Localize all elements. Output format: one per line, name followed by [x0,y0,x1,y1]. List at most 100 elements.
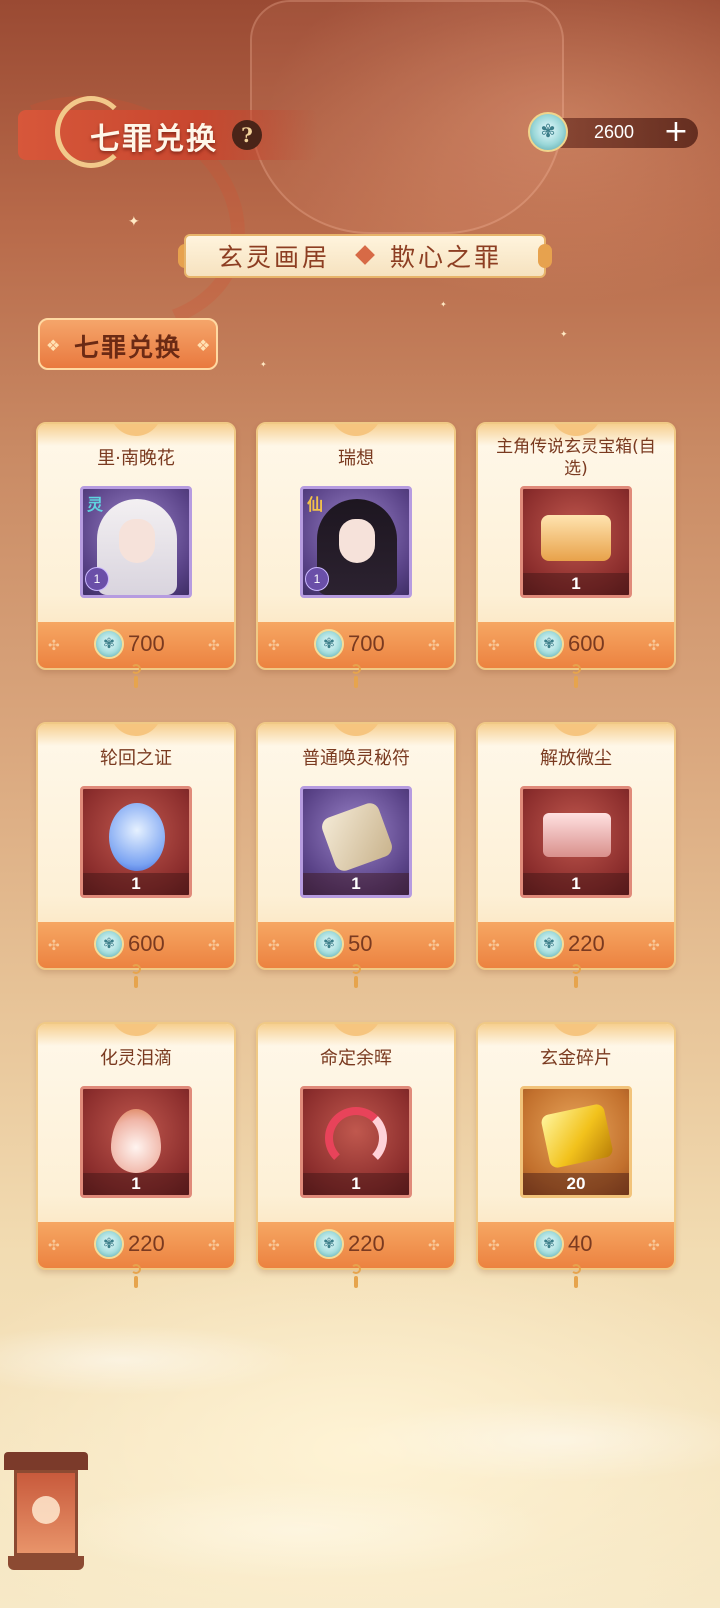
background-clouds [0,1300,720,1608]
shop-item-card[interactable]: 瑞想 仙 1 ✣ ✾ 700 ✣ [256,422,456,670]
help-icon[interactable]: ? [232,120,262,150]
ornament-icon: ✣ [488,638,500,654]
quantity-label: 20 [523,1173,629,1195]
category-sin: 欺心之罪 [390,243,503,272]
item-price: 600 [128,931,165,956]
pavilion-base [8,1556,84,1570]
mask-icon [109,803,165,871]
item-portrait: 灵 1 [80,486,192,598]
item-name: 解放微尘 [540,748,612,769]
shop-item-card[interactable]: 化灵泪滴 1 ✣ ✾ 220 ✣ [36,1022,236,1270]
sparkle-icon: ✦ [440,300,447,309]
item-icon-frame: 1 [300,786,412,898]
dust-pile-icon [543,813,611,857]
item-icon-frame: 1 [80,1086,192,1198]
character-face [119,519,155,563]
treasure-chest-icon [541,515,611,561]
spirit-tag-icon: 灵 [87,495,104,514]
ornament-icon: ✣ [428,938,440,954]
add-currency-button[interactable]: + [662,117,690,149]
immortal-tag-icon: 仙 [307,495,324,514]
spirit-coin-icon: ✾ [314,1229,344,1259]
item-name: 主角传说玄灵宝箱(自选) [496,437,656,479]
moon-charm-icon [351,664,361,690]
spirit-coin-icon: ✾ [94,929,124,959]
item-icon-frame: 1 [520,486,632,598]
item-price: 220 [568,931,605,956]
item-icon-frame: 1 [80,786,192,898]
item-icon-frame: 1 [300,1086,412,1198]
quantity-badge: 1 [85,567,109,591]
moon-charm-icon [571,964,581,990]
item-price: 50 [348,931,373,956]
quantity-label: 1 [303,1173,409,1195]
moon-charm-icon [571,1264,581,1290]
ornament-icon: ✣ [428,1238,440,1254]
ornament-icon: ✣ [48,1238,60,1254]
moon-charm-icon [571,664,581,690]
shop-item-card[interactable]: 里·南晚花 灵 1 ✣ ✾ 700 ✣ [36,422,236,670]
pavilion-roof [4,1452,88,1470]
shop-item-card[interactable]: 命定余晖 1 ✣ ✾ 220 ✣ [256,1022,456,1270]
item-name: 化灵泪滴 [100,1048,172,1069]
ornament-icon: ✣ [648,638,660,654]
item-name: 里·南晚花 [97,448,175,469]
ornament-icon: ✣ [648,938,660,954]
sparkle-icon: ✦ [128,214,140,230]
item-icon-frame: 20 [520,1086,632,1198]
item-price: 600 [568,631,605,656]
shop-item-card[interactable]: 普通唤灵秘符 1 ✣ ✾ 50 ✣ [256,722,456,970]
item-name: 玄金碎片 [540,1048,612,1069]
moon-charm-icon [131,1264,141,1290]
item-price: 700 [348,631,385,656]
quantity-label: 1 [303,873,409,895]
item-name: 瑞想 [338,448,374,469]
ornament-icon: ✣ [208,638,220,654]
spirit-coin-icon: ✾ [94,1229,124,1259]
destiny-swirl-icon [325,1107,387,1169]
ornament-icon: ✣ [268,938,280,954]
shop-item-card[interactable]: 轮回之证 1 ✣ ✾ 600 ✣ [36,722,236,970]
character-face [339,519,375,563]
spirit-coin-icon: ✾ [528,112,568,152]
spirit-coin-icon: ✾ [314,929,344,959]
item-price: 40 [568,1231,593,1256]
item-name: 命定余晖 [320,1048,392,1069]
spirit-coin-icon: ✾ [314,629,344,659]
quantity-label: 1 [83,873,189,895]
item-portrait: 仙 1 [300,486,412,598]
shop-item-card[interactable]: 主角传说玄灵宝箱(自选) 1 ✣ ✾ 600 ✣ [476,422,676,670]
spirit-coin-icon: ✾ [534,929,564,959]
moon-charm-icon [131,964,141,990]
shop-item-card[interactable]: 解放微尘 1 ✣ ✾ 220 ✣ [476,722,676,970]
category-series: 玄灵画居 [218,243,331,272]
sparkle-icon: ✦ [260,360,267,369]
ornament-icon: ✣ [208,938,220,954]
ornament-icon: ❖ [196,336,211,355]
item-price: 220 [348,1231,385,1256]
gold-shard-icon [540,1102,614,1170]
quantity-badge: 1 [305,567,329,591]
spirit-coin-icon: ✾ [94,629,124,659]
currency-value: 2600 [593,122,635,142]
ornament-icon: ✣ [488,938,500,954]
ornament-icon: ✣ [268,1238,280,1254]
item-price: 700 [128,631,165,656]
fox-emblem-icon [32,1496,60,1524]
quantity-label: 1 [523,573,629,595]
ornament-icon: ✣ [208,1238,220,1254]
pavilion-shortcut-button[interactable] [4,1452,88,1572]
ornament-icon: ✣ [648,1238,660,1254]
shop-item-card[interactable]: 玄金碎片 20 ✣ ✾ 40 ✣ [476,1022,676,1270]
moon-charm-icon [131,664,141,690]
sparkle-icon: ✦ [560,330,568,340]
scroll-cap-right [538,244,552,268]
moon-charm-icon [351,1264,361,1290]
item-icon-frame: 1 [520,786,632,898]
ornament-icon: ✣ [48,938,60,954]
item-name: 普通唤灵秘符 [302,748,410,769]
page-title: 七罪兑换 [90,122,218,157]
ornament-icon: ❖ [46,336,61,355]
ornament-icon: ✣ [488,1238,500,1254]
ornament-icon: ✣ [48,638,60,654]
